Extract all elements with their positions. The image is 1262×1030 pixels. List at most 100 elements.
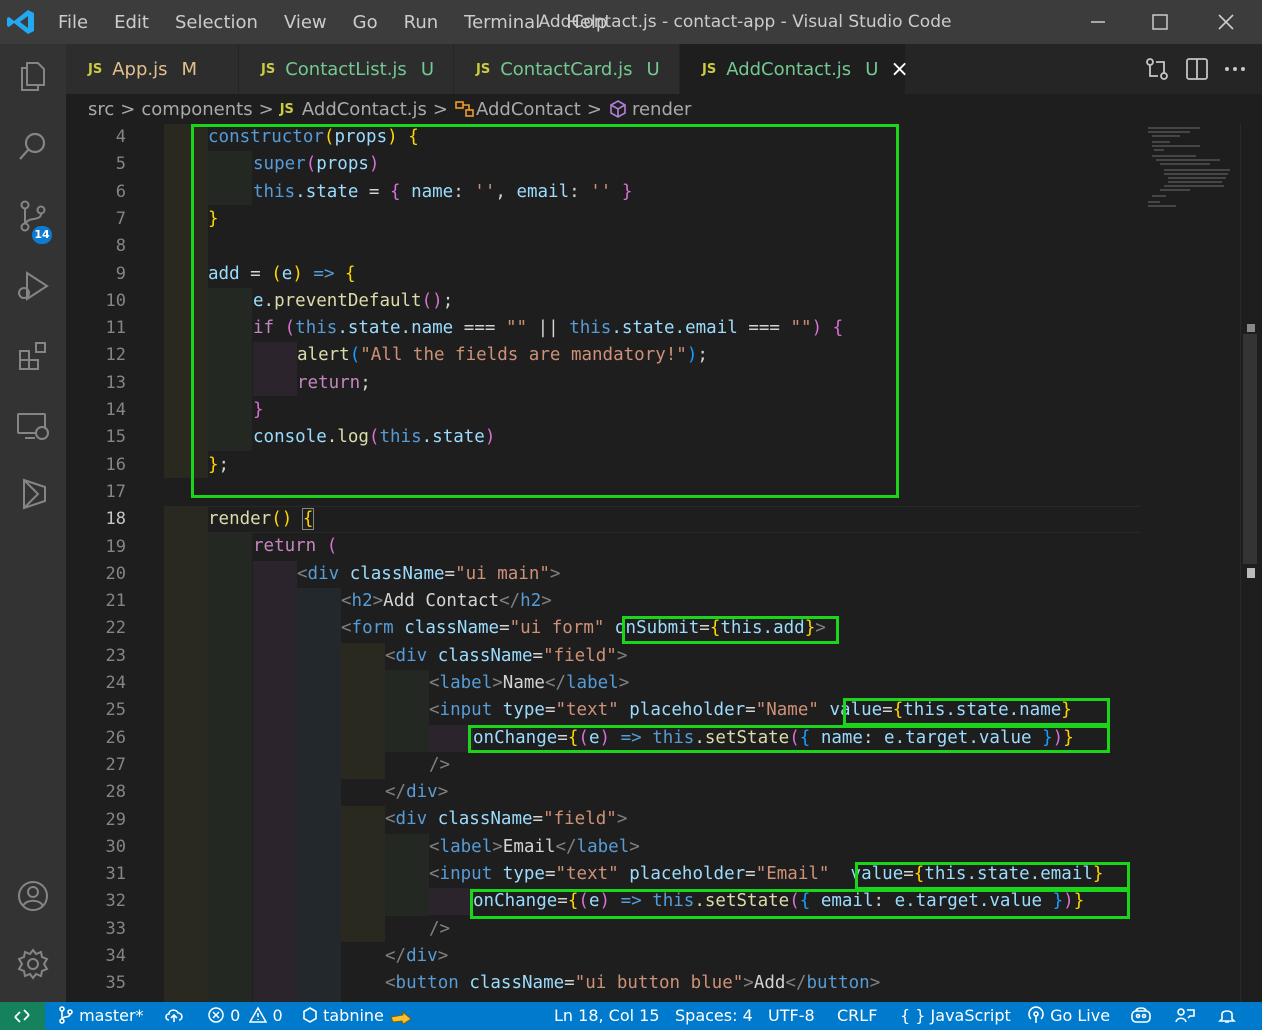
cloud-sync-icon xyxy=(165,1009,183,1022)
breadcrumb-src[interactable]: src xyxy=(88,99,114,120)
minimize-button[interactable] xyxy=(1068,0,1128,44)
search-icon xyxy=(19,132,46,160)
remote-indicator[interactable] xyxy=(0,1002,45,1030)
menu-run[interactable]: Run xyxy=(404,12,439,33)
remote-explorer-button[interactable] xyxy=(0,396,66,456)
indent-guide xyxy=(253,561,297,1002)
title-bar: File Edit Selection View Go Run Terminal… xyxy=(0,0,1262,44)
close-tab-icon[interactable]: × xyxy=(890,57,908,82)
line-number: 35 xyxy=(105,973,126,994)
line-number: 26 xyxy=(105,727,126,748)
files-icon xyxy=(21,62,45,91)
language-mode[interactable]: { } JavaScript xyxy=(900,1002,1011,1030)
manage-button[interactable] xyxy=(0,934,66,994)
code-line: <div className="field"> xyxy=(385,809,628,829)
end-of-line[interactable]: CRLF xyxy=(837,1002,877,1030)
code-line: <div className="ui main"> xyxy=(297,564,561,584)
line-number: 17 xyxy=(105,481,126,502)
minimize-icon xyxy=(1091,21,1105,23)
scroll-marker xyxy=(1247,568,1255,578)
close-window-button[interactable] xyxy=(1196,0,1256,44)
line-number: 9 xyxy=(115,263,126,284)
indent-guide xyxy=(164,506,208,1002)
tab-app-js[interactable]: JS App.js M xyxy=(66,44,239,94)
breadcrumb-separator: > xyxy=(586,98,602,120)
tab-addcontact-js[interactable]: JS AddContact.js U × xyxy=(680,44,909,94)
status-bar: master* 0 0 tabnine Ln 18, Col 15 Spaces… xyxy=(0,1002,1262,1030)
explorer-button[interactable] xyxy=(0,46,66,106)
highlight-box-onsubmit xyxy=(622,616,839,644)
code-line: /> xyxy=(429,919,451,939)
menu-terminal[interactable]: Terminal xyxy=(464,12,540,33)
menu-view[interactable]: View xyxy=(284,12,327,33)
feedback-button[interactable] xyxy=(1175,1002,1195,1030)
maximize-button[interactable] xyxy=(1130,0,1190,44)
scrollbar-thumb[interactable] xyxy=(1243,334,1257,564)
line-number: 14 xyxy=(105,400,126,420)
copilot-button[interactable] xyxy=(1130,1002,1152,1030)
minimap[interactable] xyxy=(1140,124,1240,1002)
go-live-label: Go Live xyxy=(1050,1006,1111,1025)
line-number: 12 xyxy=(105,345,126,366)
notifications-button[interactable] xyxy=(1218,1002,1236,1030)
run-debug-button[interactable] xyxy=(0,256,66,316)
breadcrumb-components[interactable]: components xyxy=(141,99,252,120)
more-actions-icon[interactable] xyxy=(1222,56,1248,82)
split-editor-icon[interactable] xyxy=(1184,56,1210,82)
extensions-icon xyxy=(19,342,46,370)
open-changes-icon[interactable] xyxy=(1144,56,1170,82)
indent-guide xyxy=(208,533,252,1002)
line-number: 33 xyxy=(105,918,126,939)
highlight-box-value-name xyxy=(843,698,1110,726)
line-number: 8 xyxy=(115,236,126,257)
accounts-button[interactable] xyxy=(0,866,66,926)
editor-tabs: JS App.js M JS ContactList.js U JS Conta… xyxy=(66,44,1262,94)
menu-file[interactable]: File xyxy=(58,12,88,33)
line-number: 30 xyxy=(105,836,126,857)
class-icon xyxy=(455,101,474,117)
indent-guide xyxy=(429,725,473,752)
extensions-button[interactable] xyxy=(0,326,66,386)
menu-edit[interactable]: Edit xyxy=(114,12,149,33)
line-number: 24 xyxy=(105,673,126,693)
menu-go[interactable]: Go xyxy=(353,12,378,33)
line-number: 16 xyxy=(105,454,126,475)
code-line: <button className="ui button blue">Add</… xyxy=(385,973,881,993)
tab-contactcard-js[interactable]: JS ContactCard.js U xyxy=(454,44,680,94)
tab-label: AddContact.js xyxy=(726,58,852,80)
line-number: 4 xyxy=(115,127,126,147)
highlight-box-value-email xyxy=(855,862,1130,890)
line-number: 25 xyxy=(105,700,126,721)
method-icon xyxy=(610,100,626,118)
tab-contactlist-js[interactable]: JS ContactList.js U xyxy=(239,44,454,94)
search-button[interactable] xyxy=(0,116,66,176)
source-control-button[interactable]: 14 xyxy=(0,186,66,246)
bell-icon xyxy=(1218,1010,1236,1023)
breadcrumb-class[interactable]: AddContact xyxy=(476,99,581,120)
problems-indicator[interactable]: 0 0 xyxy=(207,1002,283,1030)
code-line: /> xyxy=(429,755,451,775)
line-number: 29 xyxy=(105,809,126,830)
vertical-scrollbar[interactable] xyxy=(1240,124,1259,1002)
indentation[interactable]: Spaces: 4 xyxy=(675,1002,753,1030)
line-number: 5 xyxy=(115,154,126,175)
live-share-button[interactable] xyxy=(0,464,66,524)
js-file-icon: JS xyxy=(476,61,491,77)
menu-selection[interactable]: Selection xyxy=(175,12,258,33)
highlight-box-onchange-name xyxy=(468,725,1110,753)
encoding[interactable]: UTF-8 xyxy=(768,1002,815,1030)
close-icon xyxy=(1218,14,1234,30)
breadcrumb-separator: > xyxy=(120,98,136,120)
indent-guide xyxy=(341,643,385,779)
line-number: 28 xyxy=(105,782,126,803)
go-live-button[interactable]: Go Live xyxy=(1027,1002,1110,1030)
git-branch-icon xyxy=(59,1006,73,1024)
cursor-position[interactable]: Ln 18, Col 15 xyxy=(554,1002,660,1030)
sync-button[interactable] xyxy=(164,1002,184,1030)
breadcrumb-method[interactable]: render xyxy=(632,99,691,120)
tab-label: ContactCard.js xyxy=(500,58,633,80)
indent-guide xyxy=(341,806,385,942)
breadcrumb-file[interactable]: AddContact.js xyxy=(302,99,427,120)
tabnine-indicator[interactable]: tabnine xyxy=(302,1002,413,1030)
branch-indicator[interactable]: master* xyxy=(58,1002,144,1030)
